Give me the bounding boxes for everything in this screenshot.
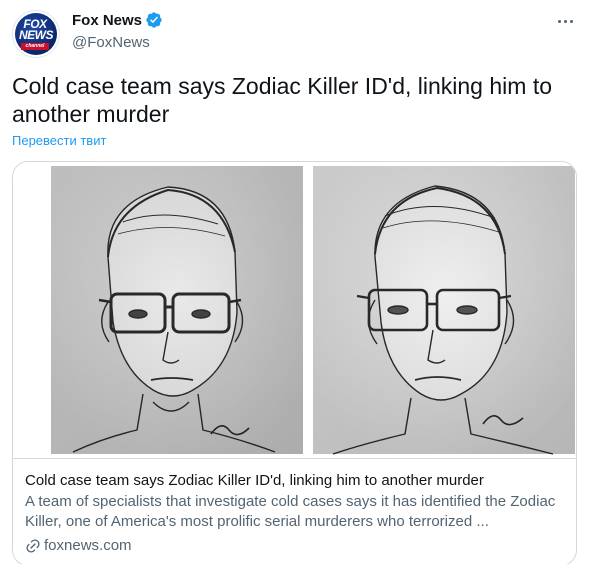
- verified-badge-icon: [146, 12, 162, 28]
- author-name-row[interactable]: Fox News: [72, 11, 163, 29]
- translate-tweet-link[interactable]: Перевести твит: [12, 133, 106, 148]
- card-domain-text[interactable]: foxnews.com: [44, 537, 132, 554]
- link-card[interactable]: Cold case team says Zodiac Killer ID'd, …: [12, 161, 577, 564]
- more-options-icon[interactable]: [554, 10, 576, 32]
- link-icon: [26, 538, 40, 553]
- card-body[interactable]: Cold case team says Zodiac Killer ID'd, …: [13, 458, 576, 564]
- avatar-sub-text: channel: [21, 43, 49, 50]
- handle[interactable]: @FoxNews: [72, 34, 150, 51]
- avatar-logo-text: FOX NEWS: [19, 17, 54, 42]
- card-description: A team of specialists that investigate c…: [25, 493, 556, 530]
- display-name[interactable]: Fox News: [72, 12, 142, 29]
- police-sketch-image[interactable]: [13, 162, 576, 458]
- tweet: FOX NEWS channel Fox News @FoxNews Cold …: [0, 0, 592, 564]
- avatar[interactable]: FOX NEWS channel: [12, 10, 60, 58]
- card-domain[interactable]: foxnews.com: [25, 537, 564, 554]
- tweet-text: Cold case team says Zodiac Killer ID'd, …: [12, 73, 552, 127]
- card-title[interactable]: Cold case team says Zodiac Killer ID'd, …: [25, 471, 564, 490]
